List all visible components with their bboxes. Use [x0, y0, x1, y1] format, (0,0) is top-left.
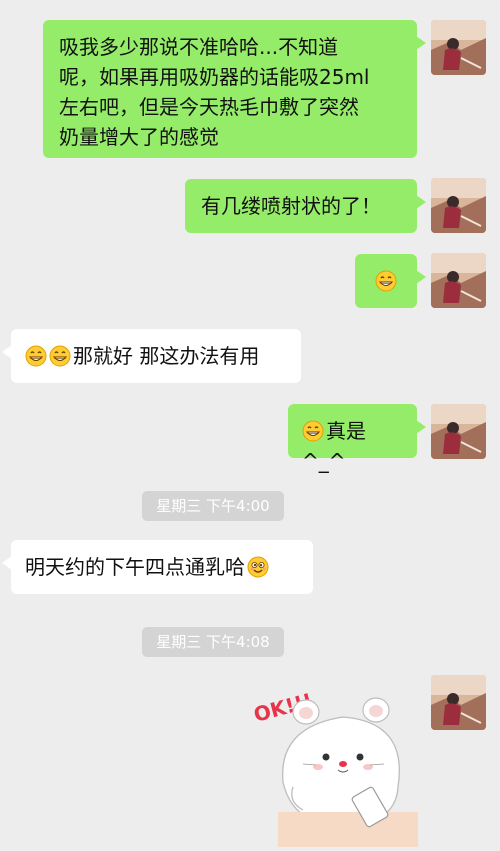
message-line: 左右吧，但是今天热毛巾敷了突然 [59, 95, 359, 119]
message-bubble-outgoing[interactable]: 吸我多少那说不准哈哈...不知道 呢，如果再用吸奶器的话能吸25ml 左右吧，但… [43, 20, 426, 158]
timestamp-divider: 星期三 下午4:08 [142, 627, 284, 657]
message-line: 呢，如果再用吸奶器的话能吸25ml [59, 65, 370, 89]
wink-emoji-icon [247, 556, 269, 578]
ok-hamster-sticker[interactable]: OK!!! [248, 672, 418, 847]
my-avatar[interactable] [431, 675, 486, 730]
my-avatar[interactable] [431, 178, 486, 233]
message-bubble-outgoing[interactable]: 真是^_^ [288, 404, 426, 473]
message-line: 奶量增大了的感觉 [59, 125, 219, 149]
message-bubble-outgoing[interactable] [355, 254, 426, 308]
message-line: 吸我多少那说不准哈哈...不知道 [59, 35, 339, 59]
message-bubble-incoming[interactable]: 那就好 那这办法有用 [2, 329, 301, 383]
grin-emoji-icon [49, 345, 71, 367]
message-text: 那就好 那这办法有用 [73, 344, 260, 368]
timestamp-divider: 星期三 下午4:00 [142, 491, 284, 521]
grin-emoji-icon [25, 345, 47, 367]
message-bubble-incoming[interactable]: 明天约的下午四点通乳哈 [2, 540, 313, 594]
grin-emoji-icon [375, 270, 397, 292]
my-avatar[interactable] [431, 20, 486, 75]
message-text: 有几缕喷射状的了！ [201, 194, 381, 218]
grin-emoji-icon [302, 420, 324, 442]
my-avatar[interactable] [431, 253, 486, 308]
message-bubble-outgoing[interactable]: 有几缕喷射状的了！ [185, 179, 426, 233]
my-avatar[interactable] [431, 404, 486, 459]
message-text: 明天约的下午四点通乳哈 [25, 555, 245, 579]
